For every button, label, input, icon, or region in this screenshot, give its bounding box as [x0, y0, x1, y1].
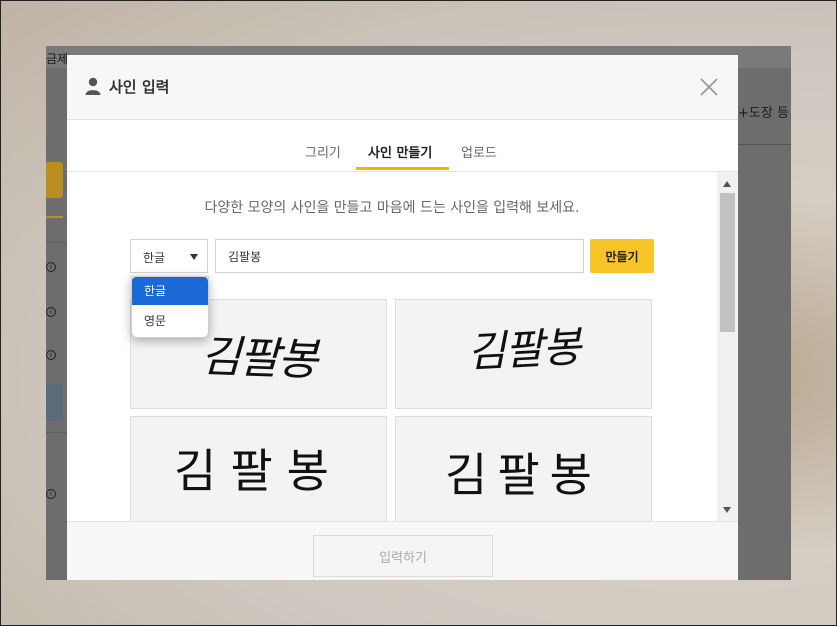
scroll-down-icon[interactable]: [723, 507, 731, 513]
background-left-panel: [46, 383, 63, 421]
background-divider: [46, 432, 67, 433]
active-tab-indicator: [356, 167, 449, 170]
make-button[interactable]: 만들기: [590, 239, 654, 273]
signature-option[interactable]: 김팔봉: [395, 416, 652, 521]
tab-upload[interactable]: 업로드: [461, 142, 497, 161]
signature-option[interactable]: 김팔봉: [395, 299, 652, 409]
close-icon[interactable]: [695, 73, 723, 101]
background-divider: [46, 242, 67, 243]
submit-button[interactable]: 입력하기: [313, 535, 493, 577]
language-option-english[interactable]: 영문: [132, 307, 208, 335]
tab-bar: 그리기 사인 만들기 업로드: [67, 120, 738, 172]
modal-title: 사인 입력: [109, 78, 170, 96]
signature-text: 김팔봉: [445, 448, 602, 502]
background-stamp-button: +도장 등: [738, 106, 789, 121]
signature-modal: 사인 입력 그리기 사인 만들기 업로드 다양한 모양의 사인을 만들고 마음에…: [67, 55, 738, 580]
user-icon: [85, 77, 101, 95]
background-left-button: [46, 162, 63, 198]
background-top-text: 금제: [46, 52, 69, 66]
info-icon: i: [46, 307, 56, 317]
info-icon: i: [46, 262, 56, 272]
info-icon: i: [46, 489, 56, 499]
scrollbar-thumb[interactable]: [720, 193, 735, 332]
hint-text: 다양한 모양의 사인을 만들고 마음에 드는 사인을 입력해 보세요.: [204, 200, 580, 216]
caret-down-icon: [190, 254, 198, 260]
scroll-up-icon[interactable]: [723, 181, 731, 187]
signature-option[interactable]: 김팔봉: [130, 416, 387, 521]
language-select-value: 한글: [143, 251, 166, 265]
background-divider: [738, 144, 791, 145]
language-dropdown: 한글 영문: [131, 276, 209, 338]
modal-footer: 입력하기: [67, 521, 738, 580]
info-icon: i: [46, 350, 56, 360]
modal-header: 사인 입력: [67, 55, 738, 120]
signature-text: 김팔봉: [174, 444, 343, 498]
background-left-underline: [46, 216, 63, 218]
name-input[interactable]: [215, 239, 584, 273]
signature-content: 다양한 모양의 사인을 만들고 마음에 드는 사인을 입력해 보세요. 한글 만…: [67, 172, 717, 521]
signature-text: 김팔봉: [465, 322, 582, 377]
tab-make-signature[interactable]: 사인 만들기: [368, 142, 432, 161]
content-scrollbar[interactable]: [717, 172, 738, 521]
language-select[interactable]: 한글: [130, 239, 208, 273]
tab-draw[interactable]: 그리기: [305, 142, 341, 161]
language-option-korean[interactable]: 한글: [132, 277, 208, 305]
